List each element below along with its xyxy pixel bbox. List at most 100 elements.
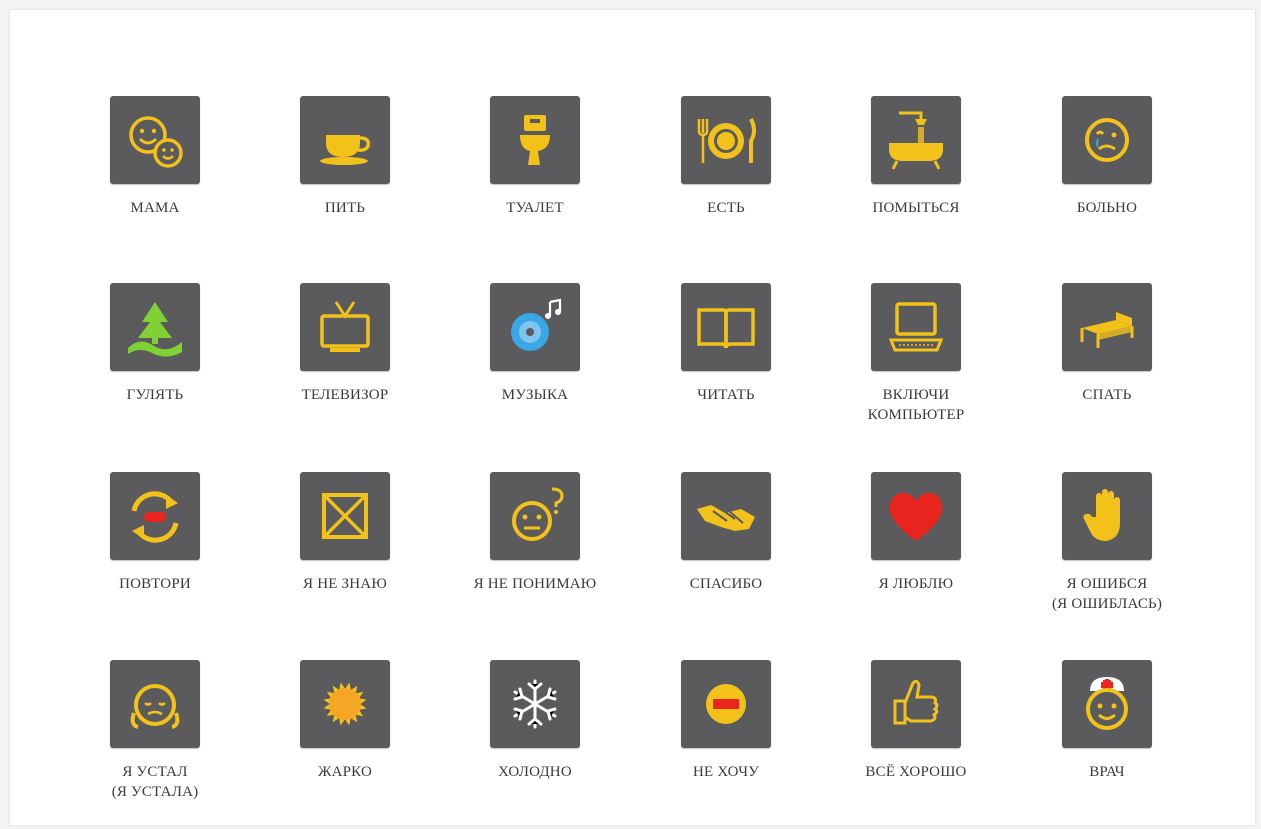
symbol-label-line: Я УСТАЛ xyxy=(122,764,188,780)
symbol-card-1-5[interactable]: СПАТЬ xyxy=(1012,283,1202,405)
symbol-card-3-3[interactable]: НЕ ХОЧУ xyxy=(631,660,821,782)
symbol-tile[interactable] xyxy=(490,283,580,371)
symbol-card-1-4[interactable]: ВКЛЮЧИ КОМПЬЮТЕР xyxy=(821,283,1011,425)
symbol-label: ТЕЛЕВИЗОР xyxy=(302,385,389,405)
symbol-tile[interactable] xyxy=(110,283,200,371)
confused-face-icon xyxy=(512,487,564,541)
symbol-card-0-3[interactable]: ЕСТЬ xyxy=(631,96,821,218)
symbol-label-line: КОМПЬЮТЕР xyxy=(867,407,965,423)
symbol-card-1-3[interactable]: ЧИТАТЬ xyxy=(631,283,821,405)
symbol-label: Я УСТАЛ (Я УСТАЛА) xyxy=(112,762,199,802)
symbol-tile[interactable] xyxy=(490,96,580,184)
symbol-label: ВРАЧ xyxy=(1089,762,1125,782)
symbol-label: ЧИТАТЬ xyxy=(697,385,755,405)
tree-path-icon xyxy=(128,302,182,357)
symbol-tile[interactable] xyxy=(110,660,200,748)
symbol-card-2-5[interactable]: Я ОШИБСЯ (Я ОШИБЛАСЬ) xyxy=(1012,472,1202,614)
symbol-label: Я НЕ ЗНАЮ xyxy=(303,574,387,594)
symbol-label: ВСЁ ХОРОШО xyxy=(865,762,966,782)
symbol-label-line: Я ЛЮБЛЮ xyxy=(878,576,954,592)
mother-child-faces-icon xyxy=(129,116,183,168)
handshake-icon xyxy=(697,505,755,531)
symbol-card-2-3[interactable]: СПАСИБО xyxy=(631,472,821,594)
symbol-tile[interactable] xyxy=(871,472,961,560)
symbol-label: ВКЛЮЧИ КОМПЬЮТЕР xyxy=(868,385,965,425)
symbol-label-line: ВРАЧ xyxy=(1089,764,1125,780)
symbol-label-line: ЕСТЬ xyxy=(707,200,745,216)
symbol-label: МАМА xyxy=(130,198,179,218)
sun-icon xyxy=(323,682,367,726)
symbol-tile[interactable] xyxy=(681,96,771,184)
symbol-card-0-2[interactable]: ТУАЛЕТ xyxy=(440,96,630,218)
symbol-label-line: Я НЕ ЗНАЮ xyxy=(303,576,387,592)
symbol-tile[interactable] xyxy=(490,472,580,560)
tv-icon xyxy=(320,301,370,352)
symbol-card-3-0[interactable]: Я УСТАЛ (Я УСТАЛА) xyxy=(60,660,250,802)
symbol-tile[interactable] xyxy=(110,472,200,560)
symbol-card-0-1[interactable]: ПИТЬ xyxy=(250,96,440,218)
doctor-face-icon xyxy=(1086,677,1128,730)
symbol-card-1-1[interactable]: ТЕЛЕВИЗОР xyxy=(250,283,440,405)
symbol-tile[interactable] xyxy=(681,660,771,748)
symbol-label-line: СПАСИБО xyxy=(689,576,763,592)
communication-board: МАМА ПИТЬ ТУАЛЕТ ЕСТЬ ПОМЫТЬСЯ БОЛЬНО ГУ… xyxy=(10,10,1255,825)
symbol-card-2-1[interactable]: Я НЕ ЗНАЮ xyxy=(250,472,440,594)
symbol-tile[interactable] xyxy=(300,660,390,748)
symbol-tile[interactable] xyxy=(871,660,961,748)
snowflake-icon xyxy=(513,679,557,729)
symbol-label: ПОВТОРИ xyxy=(119,574,191,594)
symbol-label-line: БОЛЬНО xyxy=(1076,200,1138,216)
symbol-label: Я ЛЮБЛЮ xyxy=(879,574,954,594)
symbol-card-1-0[interactable]: ГУЛЯТЬ xyxy=(60,283,250,405)
symbol-tile[interactable] xyxy=(1062,283,1152,371)
symbol-label: Я НЕ ПОНИМАЮ xyxy=(474,574,597,594)
symbol-label-line: ЖАРКО xyxy=(317,764,373,780)
symbol-label: НЕ ХОЧУ xyxy=(693,762,759,782)
plate-fork-knife-icon xyxy=(697,118,756,163)
symbol-card-2-2[interactable]: Я НЕ ПОНИМАЮ xyxy=(440,472,630,594)
symbol-label: БОЛЬНО xyxy=(1077,198,1137,218)
symbol-label: ТУАЛЕТ xyxy=(506,198,563,218)
no-entry-icon xyxy=(706,684,746,724)
symbol-tile[interactable] xyxy=(300,472,390,560)
symbol-card-1-2[interactable]: МУЗЫКА xyxy=(440,283,630,405)
symbol-label: Я ОШИБСЯ (Я ОШИБЛАСЬ) xyxy=(1052,574,1162,614)
symbol-label: ХОЛОДНО xyxy=(498,762,572,782)
symbol-card-0-4[interactable]: ПОМЫТЬСЯ xyxy=(821,96,1011,218)
symbol-label: МУЗЫКА xyxy=(502,385,568,405)
toilet-icon xyxy=(520,115,550,165)
symbol-label-line: ЧИТАТЬ xyxy=(697,387,755,403)
symbol-tile[interactable] xyxy=(110,96,200,184)
symbol-label-line: МУЗЫКА xyxy=(501,387,569,403)
symbol-tile[interactable] xyxy=(681,472,771,560)
symbol-card-3-5[interactable]: ВРАЧ xyxy=(1012,660,1202,782)
symbol-tile[interactable] xyxy=(871,283,961,371)
symbol-tile[interactable] xyxy=(300,283,390,371)
symbol-tile[interactable] xyxy=(490,660,580,748)
symbol-label-line: ТЕЛЕВИЗОР xyxy=(301,387,389,403)
raised-hand-icon xyxy=(1083,489,1120,541)
symbol-card-3-1[interactable]: ЖАРКО xyxy=(250,660,440,782)
symbol-label-line: МАМА xyxy=(130,200,180,216)
symbol-card-2-4[interactable]: Я ЛЮБЛЮ xyxy=(821,472,1011,594)
symbol-tile[interactable] xyxy=(871,96,961,184)
symbol-label-line: СПАТЬ xyxy=(1082,387,1132,403)
symbol-label: ПИТЬ xyxy=(325,198,365,218)
symbol-tile[interactable] xyxy=(1062,660,1152,748)
symbol-card-0-0[interactable]: МАМА xyxy=(60,96,250,218)
cd-music-icon xyxy=(511,298,562,351)
symbol-card-2-0[interactable]: ПОВТОРИ xyxy=(60,472,250,594)
symbol-tile[interactable] xyxy=(300,96,390,184)
heart-icon xyxy=(889,492,943,541)
symbol-card-3-2[interactable]: ХОЛОДНО xyxy=(440,660,630,782)
symbol-label: ГУЛЯТЬ xyxy=(127,385,184,405)
symbol-tile[interactable] xyxy=(681,283,771,371)
bathtub-shower-icon xyxy=(889,111,943,170)
symbol-tile[interactable] xyxy=(1062,96,1152,184)
cup-icon xyxy=(320,135,371,165)
symbol-label-line: (Я ОШИБЛАСЬ) xyxy=(1051,596,1163,612)
symbol-tile[interactable] xyxy=(1062,472,1152,560)
open-book-icon xyxy=(697,308,755,349)
symbol-card-3-4[interactable]: ВСЁ ХОРОШО xyxy=(821,660,1011,782)
symbol-card-0-5[interactable]: БОЛЬНО xyxy=(1012,96,1202,218)
